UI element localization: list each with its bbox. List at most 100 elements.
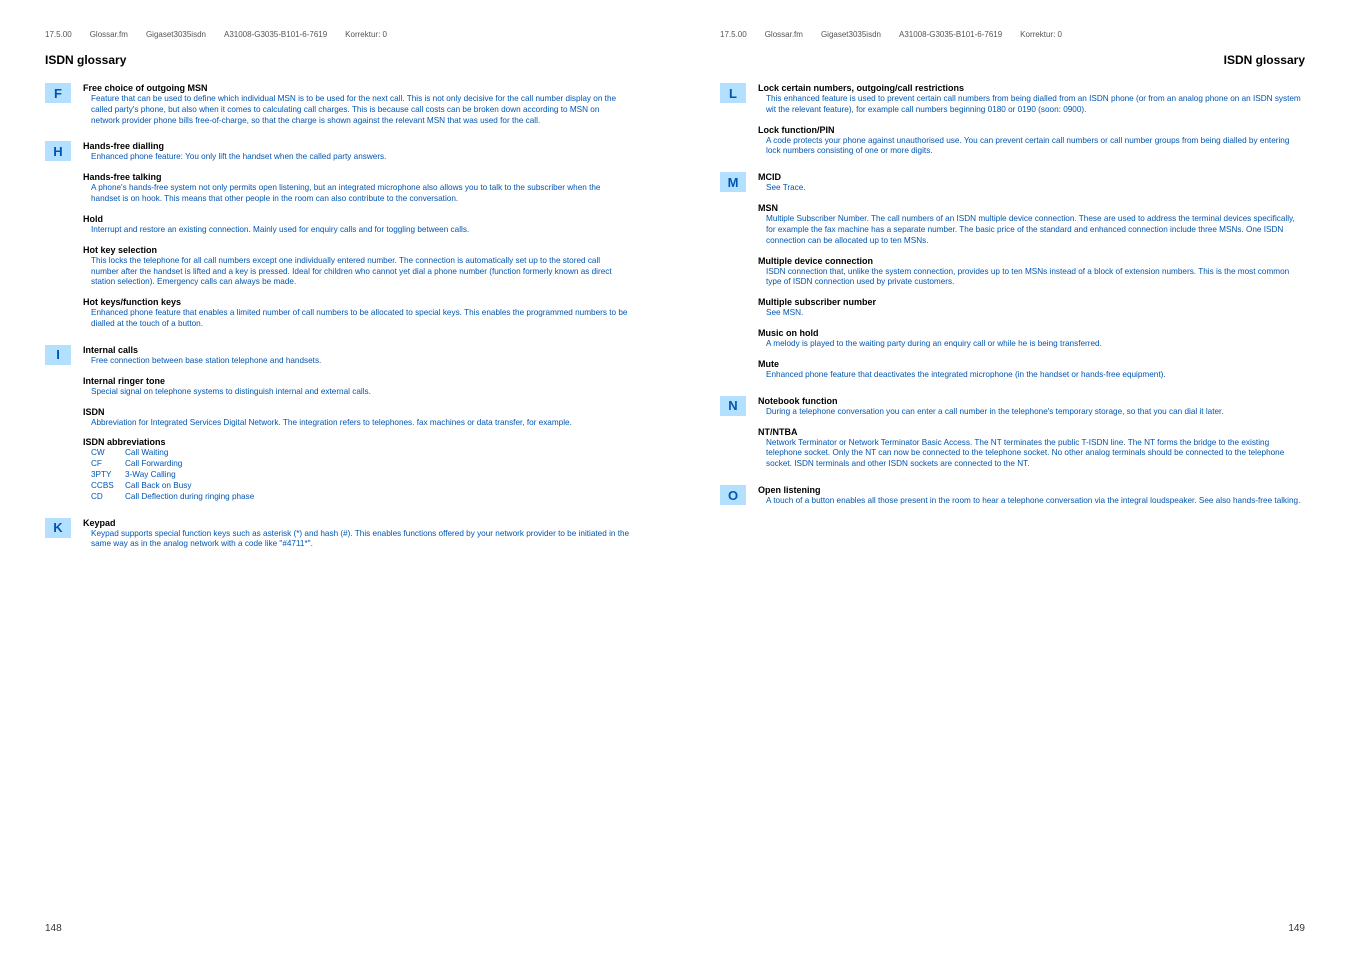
entry-body: This enhanced feature is used to prevent… xyxy=(758,94,1305,116)
glossary-section: K KeypadKeypad supports special function … xyxy=(45,518,630,560)
letter-badge: N xyxy=(720,396,746,416)
entry-title: MCID xyxy=(758,172,1305,182)
glossary-entry: Music on holdA melody is played to the w… xyxy=(758,328,1305,350)
entry-body: During a telephone conversation you can … xyxy=(758,407,1305,418)
abbrev-list: CWCall WaitingCFCall Forwarding3PTY3-Way… xyxy=(83,448,630,502)
page-number: 149 xyxy=(1288,923,1305,934)
abbrev-desc: 3-Way Calling xyxy=(125,470,176,481)
entry-body: Enhanced phone feature that deactivates … xyxy=(758,370,1305,381)
letter-badge: M xyxy=(720,172,746,192)
header-product: Gigaset3035isdn xyxy=(821,30,881,39)
entry-body: Network Terminator or Network Terminator… xyxy=(758,438,1305,470)
glossary-entry: Open listeningA touch of a button enable… xyxy=(758,485,1305,507)
header-code: A31008-G3035-B101-6-7619 xyxy=(224,30,327,39)
header-file: Glossar.fm xyxy=(765,30,803,39)
glossary-entry: Lock certain numbers, outgoing/call rest… xyxy=(758,83,1305,116)
entry-body: A touch of a button enables all those pr… xyxy=(758,496,1305,507)
header-korr: Korrektur: 0 xyxy=(345,30,387,39)
entry-body: A phone's hands-free system not only per… xyxy=(83,183,630,205)
abbrev-desc: Call Waiting xyxy=(125,448,168,459)
entry-title: Multiple subscriber number xyxy=(758,297,1305,307)
entry-body: See Trace. xyxy=(758,183,1305,194)
entry-body: A code protects your phone against unaut… xyxy=(758,136,1305,158)
entries: Free choice of outgoing MSNFeature that … xyxy=(79,83,630,135)
abbrev-desc: Call Forwarding xyxy=(125,459,182,470)
entry-title: Lock function/PIN xyxy=(758,125,1305,135)
entries: Internal callsFree connection between ba… xyxy=(79,345,630,512)
glossary-section: OOpen listeningA touch of a button enabl… xyxy=(720,485,1305,516)
entry-title: Hands-free dialling xyxy=(83,141,630,151)
entries: KeypadKeypad supports special function k… xyxy=(79,518,630,560)
abbrev-row: CWCall Waiting xyxy=(91,448,630,459)
abbrev-code: 3PTY xyxy=(91,470,125,481)
entry-title: Mute xyxy=(758,359,1305,369)
entries: Open listeningA touch of a button enable… xyxy=(754,485,1305,516)
header-file: Glossar.fm xyxy=(90,30,128,39)
glossary-entry: ISDN abbreviationsCWCall WaitingCFCall F… xyxy=(83,437,630,502)
abbrev-desc: Call Back on Busy xyxy=(125,481,191,492)
glossary-section: IInternal callsFree connection between b… xyxy=(45,345,630,512)
entry-title: Hold xyxy=(83,214,630,224)
entry-title: Internal calls xyxy=(83,345,630,355)
header-date: 17.5.00 xyxy=(45,30,72,39)
entries: Notebook functionDuring a telephone conv… xyxy=(754,396,1305,479)
glossary-section: HHands-free diallingEnhanced phone featu… xyxy=(45,141,630,338)
glossary-entry: Hot key selectionThis locks the telephon… xyxy=(83,245,630,288)
entry-body: Feature that can be used to define which… xyxy=(83,94,630,126)
letter-column: I xyxy=(45,345,79,512)
glossary-entry: Hands-free diallingEnhanced phone featur… xyxy=(83,141,630,163)
entry-body: See MSN. xyxy=(758,308,1305,319)
letter-badge: F xyxy=(45,83,71,103)
entry-body: Abbreviation for Integrated Services Dig… xyxy=(83,418,630,429)
left-content: F Free choice of outgoing MSNFeature that… xyxy=(45,83,630,559)
entry-body: Enhanced phone feature: You only lift th… xyxy=(83,152,630,163)
glossary-entry: Internal ringer toneSpecial signal on te… xyxy=(83,376,630,398)
glossary-section: F Free choice of outgoing MSNFeature that… xyxy=(45,83,630,135)
letter-column: H xyxy=(45,141,79,338)
header-left: 17.5.00 Glossar.fm Gigaset3035isdn A3100… xyxy=(45,30,630,39)
entry-body: This locks the telephone for all call nu… xyxy=(83,256,630,288)
entry-title: Music on hold xyxy=(758,328,1305,338)
glossary-entry: Hot keys/function keysEnhanced phone fea… xyxy=(83,297,630,330)
entry-title: Notebook function xyxy=(758,396,1305,406)
glossary-entry: Multiple subscriber numberSee MSN. xyxy=(758,297,1305,319)
letter-badge: L xyxy=(720,83,746,103)
entries: Lock certain numbers, outgoing/call rest… xyxy=(754,83,1305,166)
letter-badge: K xyxy=(45,518,71,538)
entry-title: ISDN abbreviations xyxy=(83,437,630,447)
entry-title: Hot keys/function keys xyxy=(83,297,630,307)
glossary-entry: Multiple device connectionISDN connectio… xyxy=(758,256,1305,289)
entry-title: Free choice of outgoing MSN xyxy=(83,83,630,93)
entry-title: Open listening xyxy=(758,485,1305,495)
glossary-entry: Hands-free talkingA phone's hands-free s… xyxy=(83,172,630,205)
header-right: 17.5.00 Glossar.fm Gigaset3035isdn A3100… xyxy=(720,30,1305,39)
entry-body: Special signal on telephone systems to d… xyxy=(83,387,630,398)
page-title: ISDN glossary xyxy=(45,53,630,67)
abbrev-row: CDCall Deflection during ringing phase xyxy=(91,492,630,503)
abbrev-row: CCBSCall Back on Busy xyxy=(91,481,630,492)
entry-body: Enhanced phone feature that enables a li… xyxy=(83,308,630,330)
entry-body: Keypad supports special function keys su… xyxy=(83,529,630,551)
entry-body: ISDN connection that, unlike the system … xyxy=(758,267,1305,289)
letter-column: L xyxy=(720,83,754,166)
entry-body: Multiple Subscriber Number. The call num… xyxy=(758,214,1305,246)
right-content: L Lock certain numbers, outgoing/call res… xyxy=(720,83,1305,516)
letter-column: M xyxy=(720,172,754,389)
entries: MCIDSee Trace. MSNMultiple Subscriber Num… xyxy=(754,172,1305,389)
page-number: 148 xyxy=(45,923,62,934)
glossary-section: L Lock certain numbers, outgoing/call res… xyxy=(720,83,1305,166)
abbrev-code: CW xyxy=(91,448,125,459)
glossary-entry: MuteEnhanced phone feature that deactiva… xyxy=(758,359,1305,381)
entry-body: Interrupt and restore an existing connec… xyxy=(83,225,630,236)
entry-title: Multiple device connection xyxy=(758,256,1305,266)
glossary-section: N Notebook functionDuring a telephone con… xyxy=(720,396,1305,479)
glossary-entry: HoldInterrupt and restore an existing co… xyxy=(83,214,630,236)
entry-title: Keypad xyxy=(83,518,630,528)
glossary-entry: NT/NTBANetwork Terminator or Network Ter… xyxy=(758,427,1305,470)
header-code: A31008-G3035-B101-6-7619 xyxy=(899,30,1002,39)
header-date: 17.5.00 xyxy=(720,30,747,39)
entry-body: Free connection between base station tel… xyxy=(83,356,630,367)
entries: Hands-free diallingEnhanced phone featur… xyxy=(79,141,630,338)
glossary-entry: MCIDSee Trace. xyxy=(758,172,1305,194)
entry-title: MSN xyxy=(758,203,1305,213)
